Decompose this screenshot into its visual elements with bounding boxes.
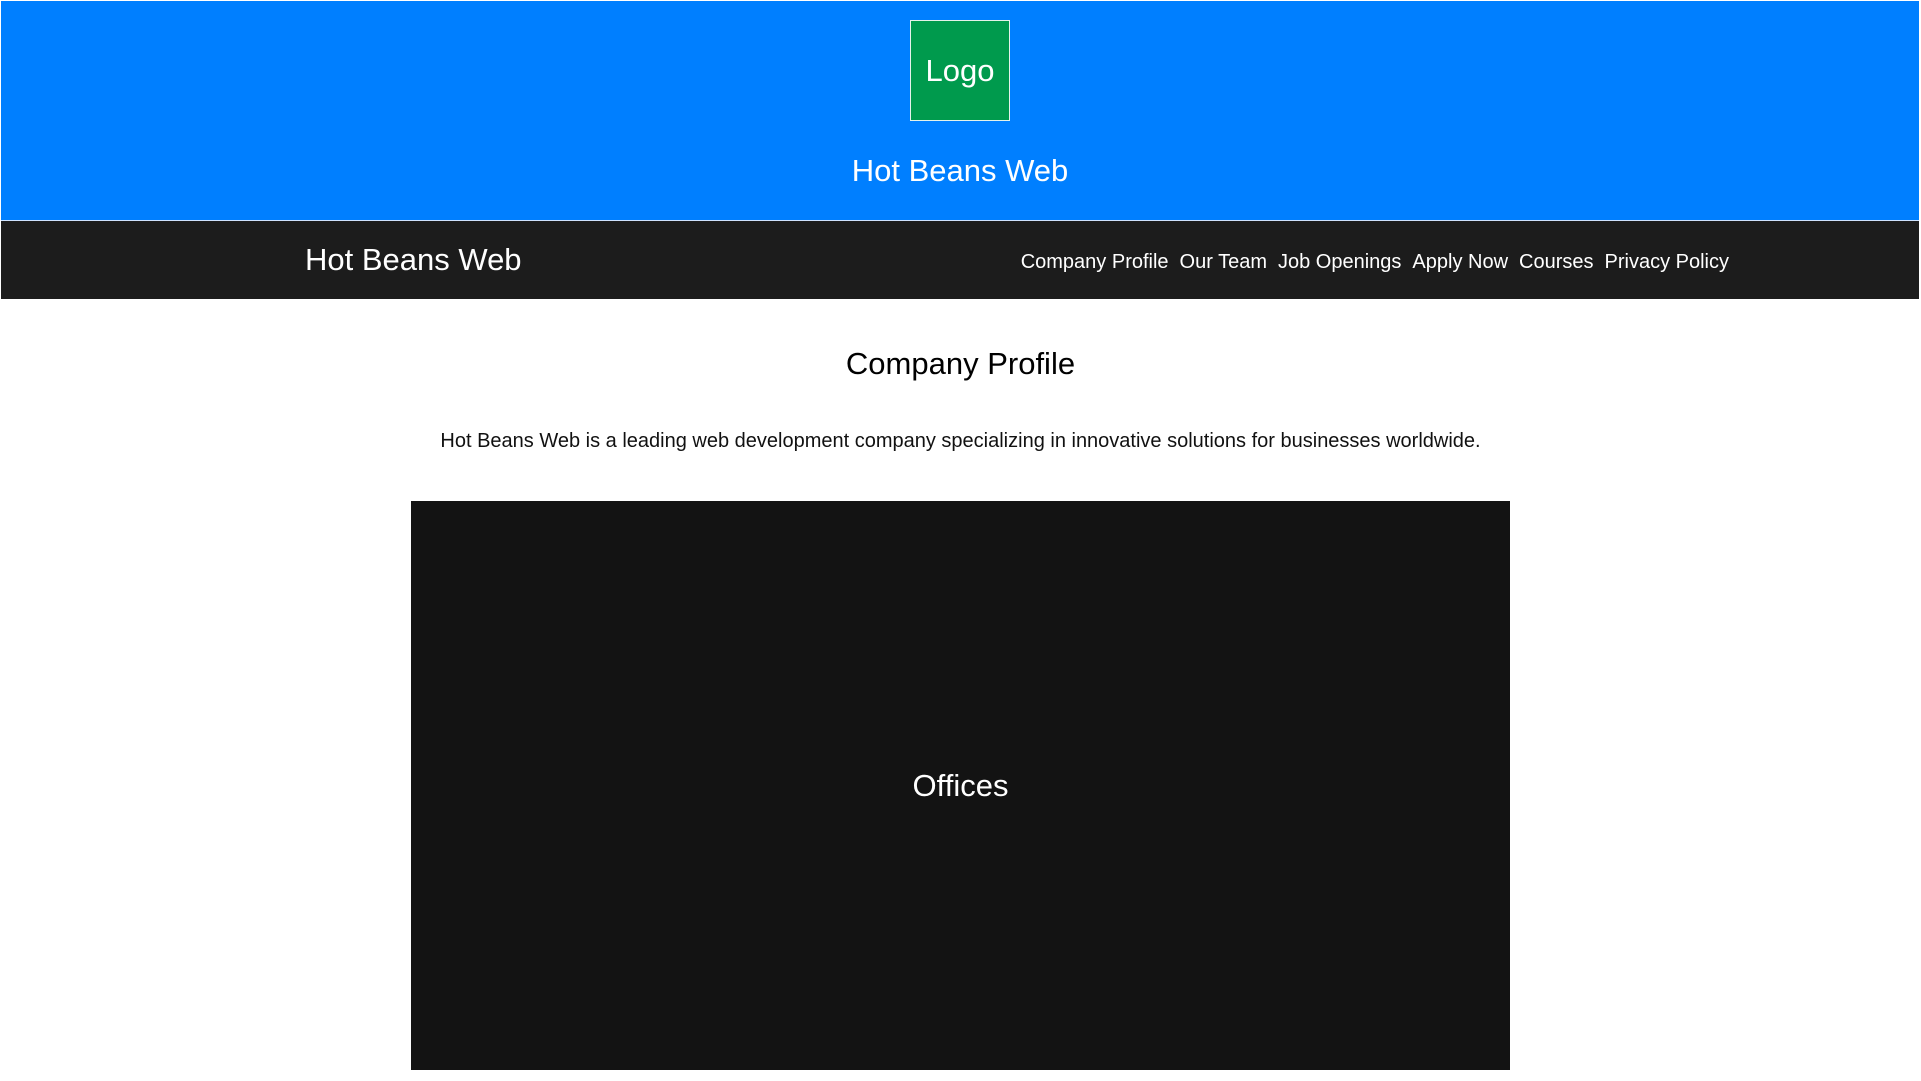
nav-item-courses: Courses xyxy=(1519,249,1593,275)
logo-text: Logo xyxy=(925,52,995,88)
media-label: Offices xyxy=(912,767,1009,803)
nav-item-privacy-policy: Privacy Policy xyxy=(1605,249,1729,275)
nav-link-company-profile[interactable]: Company Profile xyxy=(1021,251,1169,273)
nav-link-our-team[interactable]: Our Team xyxy=(1180,251,1267,273)
nav-item-our-team: Our Team xyxy=(1180,249,1267,275)
nav-item-company-profile: Company Profile xyxy=(1021,249,1169,275)
nav-link-courses[interactable]: Courses xyxy=(1519,251,1593,273)
main-navbar: Hot Beans Web Company Profile Our Team J… xyxy=(1,221,1919,299)
logo-placeholder[interactable]: Logo xyxy=(910,20,1010,121)
hero-title: Hot Beans Web xyxy=(851,153,1069,188)
section-title: Company Profile xyxy=(845,346,1076,381)
page: Logo Hot Beans Web Hot Beans Web Company… xyxy=(0,0,1921,1081)
nav-item-job-openings: Job Openings xyxy=(1278,249,1401,275)
offices-media-placeholder: Offices xyxy=(411,501,1510,1070)
nav-link-apply-now[interactable]: Apply Now xyxy=(1412,251,1508,273)
nav-links: Company Profile Our Team Job Openings Ap… xyxy=(1021,249,1729,275)
nav-item-apply-now: Apply Now xyxy=(1412,249,1508,275)
hero-header: Logo Hot Beans Web xyxy=(1,1,1919,221)
nav-link-privacy-policy[interactable]: Privacy Policy xyxy=(1605,251,1729,273)
section-description: Hot Beans Web is a leading web developme… xyxy=(440,430,1481,452)
nav-link-job-openings[interactable]: Job Openings xyxy=(1278,251,1401,273)
navbar-brand[interactable]: Hot Beans Web xyxy=(305,241,522,279)
